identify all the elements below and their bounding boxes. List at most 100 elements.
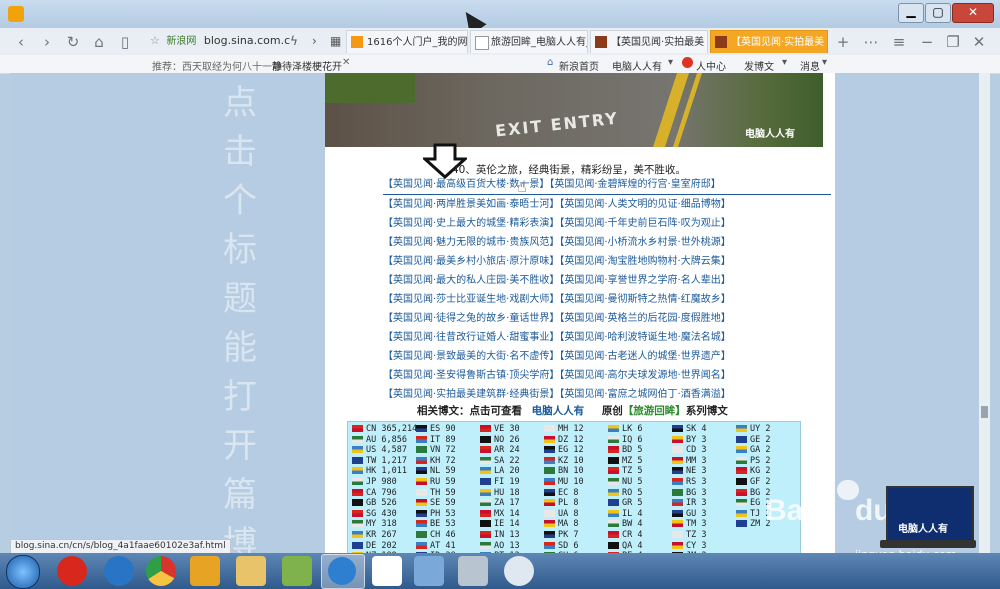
forward-icon[interactable]: › [38, 33, 56, 51]
related-label: 相关博文：点击可查看 [417, 405, 522, 417]
flag-entry: VE 30 [480, 424, 520, 435]
ie-icon[interactable] [104, 556, 134, 586]
network-icon[interactable] [414, 556, 444, 586]
article-link[interactable]: 【英国见闻·徒得之兔的故乡·童话世界】 [383, 313, 559, 324]
back-icon[interactable]: ‹ [12, 33, 30, 51]
scrollbar-thumb[interactable] [981, 406, 988, 418]
document-icon[interactable] [372, 556, 402, 586]
country-flag-icon [416, 530, 427, 538]
nav-user-link[interactable]: 人中心 [696, 58, 726, 73]
notes-icon[interactable] [282, 556, 312, 586]
nav-messages-link[interactable]: 消息 [800, 58, 820, 73]
flag-entry: SA 22 [480, 456, 520, 467]
more-nav-icon[interactable]: › [312, 34, 317, 48]
flag-entry: KH 72 [416, 456, 456, 467]
nav-home-link[interactable]: 新浪首页 [559, 58, 599, 73]
article-link[interactable]: 【英国见闻·两岸胜景美如画·泰晤士河】 [383, 199, 559, 210]
article-link[interactable]: 【英国见闻·金碧辉煌的行宫·皇室府邸】 [549, 179, 720, 190]
active-browser-task[interactable] [321, 554, 365, 589]
new-tab-icon[interactable]: + [834, 33, 852, 51]
tab-2[interactable]: 旅游回眸_电脑人人有_ [470, 30, 588, 53]
menu-icon[interactable]: ≡ [890, 33, 908, 51]
tab-1-label: 1616个人门户_我的网上 [367, 37, 468, 48]
app-icon[interactable] [504, 556, 534, 586]
article-link[interactable]: 【英国见闻·实拍最美建筑群·经典街景】 [383, 389, 559, 400]
flag-column: MH 12 DZ 12 EG 12 KZ 10 BN 10 MU 10 EC 8 PL 8 UA… [544, 424, 584, 553]
side-char: 标 [223, 230, 257, 270]
chevron-down-icon[interactable]: ▾ [822, 57, 827, 68]
flag-entry: GB 526 [352, 498, 417, 509]
tab-1[interactable]: 1616个人门户_我的网上 [346, 30, 468, 53]
chevron-down-icon[interactable]: ▾ [668, 57, 673, 68]
flag-count-text: ES 90 [430, 424, 456, 434]
grid-icon[interactable]: ▦ [330, 34, 341, 48]
article-link[interactable]: 【英国见闻·英格兰的后花园·度假胜地】 [559, 313, 730, 324]
country-flag-icon [608, 488, 619, 496]
nav-blog-link[interactable]: 电脑人人有 [612, 58, 662, 73]
flag-entry: QA 4 [608, 541, 642, 552]
article-link[interactable]: 【英国见闻·享誉世界之学府·名人辈出】 [559, 275, 730, 286]
taskbar-app-icon[interactable] [57, 556, 87, 586]
minimize-button[interactable]: ▁ [898, 3, 924, 23]
reading-icon[interactable]: ▯ [116, 33, 134, 51]
maximize-button[interactable]: ▢ [925, 3, 951, 23]
chrome-icon[interactable] [146, 556, 176, 586]
article-link[interactable]: 【英国见闻·哈利波特诞生地·魔法名城】 [559, 332, 730, 343]
link-row: 【英国见闻·最大的私人庄园·美不胜收】【英国见闻·享誉世界之学府·名人辈出】 [383, 271, 831, 290]
article-link[interactable]: 【英国见闻·古老迷人的城堡·世界遗产】 [559, 351, 730, 362]
bookmark-bar: 推荐：西天取经为何八十一难 静待泽楼梗花开 ✕ ⌂ 新浪首页 电脑人人有 ▾ 人… [0, 55, 1000, 74]
tab-4-active[interactable]: 【英国见闻·实拍最美 [710, 30, 828, 53]
media-player-icon[interactable] [190, 556, 220, 586]
article-link[interactable]: 【英国见闻·史上最大的城堡·精彩表演】 [383, 218, 559, 229]
article-link[interactable]: 【英国见闻·往昔改行证婚人·甜蜜事业】 [383, 332, 559, 343]
flag-count-text: GF 2 [750, 476, 771, 487]
link-row: 【英国见闻·史上最大的城堡·精彩表演】【英国见闻·千年史前巨石阵·叹为观止】 [383, 214, 831, 233]
close-recommend-icon[interactable]: ✕ [342, 57, 350, 68]
lightning-icon[interactable]: ϟ [290, 34, 298, 48]
refresh-icon[interactable]: ↻ [64, 33, 82, 51]
article-link[interactable]: 【英国见闻·淘宝胜地购物村·大牌云集】 [559, 256, 730, 267]
flag-counter-widget[interactable]: CN 365,214 AU 6,856 US 4,587 TW 1,217 HK 1,0… [347, 421, 801, 553]
country-flag-icon [544, 488, 555, 496]
article-link[interactable]: 【英国见闻·圣安得鲁斯古镇·顶尖学府】 [383, 370, 559, 381]
window-title-bar: ▁ ▢ ✕ [0, 0, 1000, 36]
laptop-screen: 电脑人人有 [886, 486, 974, 542]
article-link[interactable]: 【英国见闻·曼彻斯特之热情·红魔故乡】 [559, 294, 730, 305]
article-link[interactable]: 【英国见闻·最大的私人庄园·美不胜收】 [383, 275, 559, 286]
more-icon[interactable]: ⋯ [862, 33, 880, 51]
flag-entry: BG 3 [672, 488, 706, 499]
flag-column: CN 365,214 AU 6,856 US 4,587 TW 1,217 HK 1,0… [352, 424, 417, 553]
page-scrollbar[interactable] [979, 73, 990, 553]
flag-entry: SG 430 [352, 509, 417, 520]
article-link[interactable]: 【英国见闻·魅力无限的城市·贵族风范】 [383, 237, 559, 248]
flag-entry: AT 41 [416, 541, 456, 552]
side-vertical-text: 点 击 个 标 题 能 打 开 篇 博 文 [220, 75, 260, 553]
start-button[interactable] [6, 555, 40, 589]
tab-minimize-icon[interactable]: − [918, 33, 936, 51]
article-link[interactable]: 【英国见闻·莎士比亚诞生地·戏剧大师】 [383, 294, 559, 305]
article-link[interactable]: 【英国见闻·人类文明的见证·细品博物】 [559, 199, 730, 210]
flag-count-text: GE 2 [750, 434, 771, 445]
star-icon[interactable]: ☆ [150, 34, 160, 47]
related-series-link[interactable]: 【旅游回眸】 [623, 405, 686, 417]
article-link[interactable]: 【英国见闻·最美乡村小旅店·原汁原味】 [383, 256, 559, 267]
paint-icon[interactable] [458, 556, 488, 586]
recommend-text[interactable]: 推荐：西天取经为何八十一难 [152, 58, 282, 73]
tab-close-icon[interactable]: ✕ [970, 33, 988, 51]
chevron-down-icon[interactable]: ▾ [782, 57, 787, 68]
link-row: 【英国见闻·最高级百货大楼·数一景】【英国见闻·金碧辉煌的行宫·皇室府邸】 [383, 175, 831, 195]
tab-3[interactable]: 【英国见闻·实拍最美 [590, 30, 708, 53]
article-link[interactable]: 【英国见闻·富庶之城网伯丁·酒香满溢】 [559, 389, 730, 400]
folder-icon[interactable] [236, 556, 266, 586]
related-blog-link[interactable]: 电脑人人有 [532, 405, 585, 417]
home-icon[interactable]: ⌂ [90, 33, 108, 51]
article-link[interactable]: 【英国见闻·景致最美的大街·名不虚传】 [383, 351, 559, 362]
article-link[interactable]: 【英国见闻·千年史前巨石阵·叹为观止】 [559, 218, 730, 229]
article-link[interactable]: 【英国见闻·小桥流水乡村景·世外桃源】 [559, 237, 730, 248]
close-button[interactable]: ✕ [952, 3, 994, 23]
flag-count-text: TZ 3 [686, 529, 707, 540]
tab-restore-icon[interactable]: ❐ [944, 33, 962, 51]
article-link[interactable]: 【英国见闻·高尔夫球发源地·世界闻名】 [559, 370, 730, 381]
nav-post-link[interactable]: 发博文 [744, 58, 774, 73]
recommend2-text[interactable]: 静待泽楼梗花开 [272, 58, 342, 73]
